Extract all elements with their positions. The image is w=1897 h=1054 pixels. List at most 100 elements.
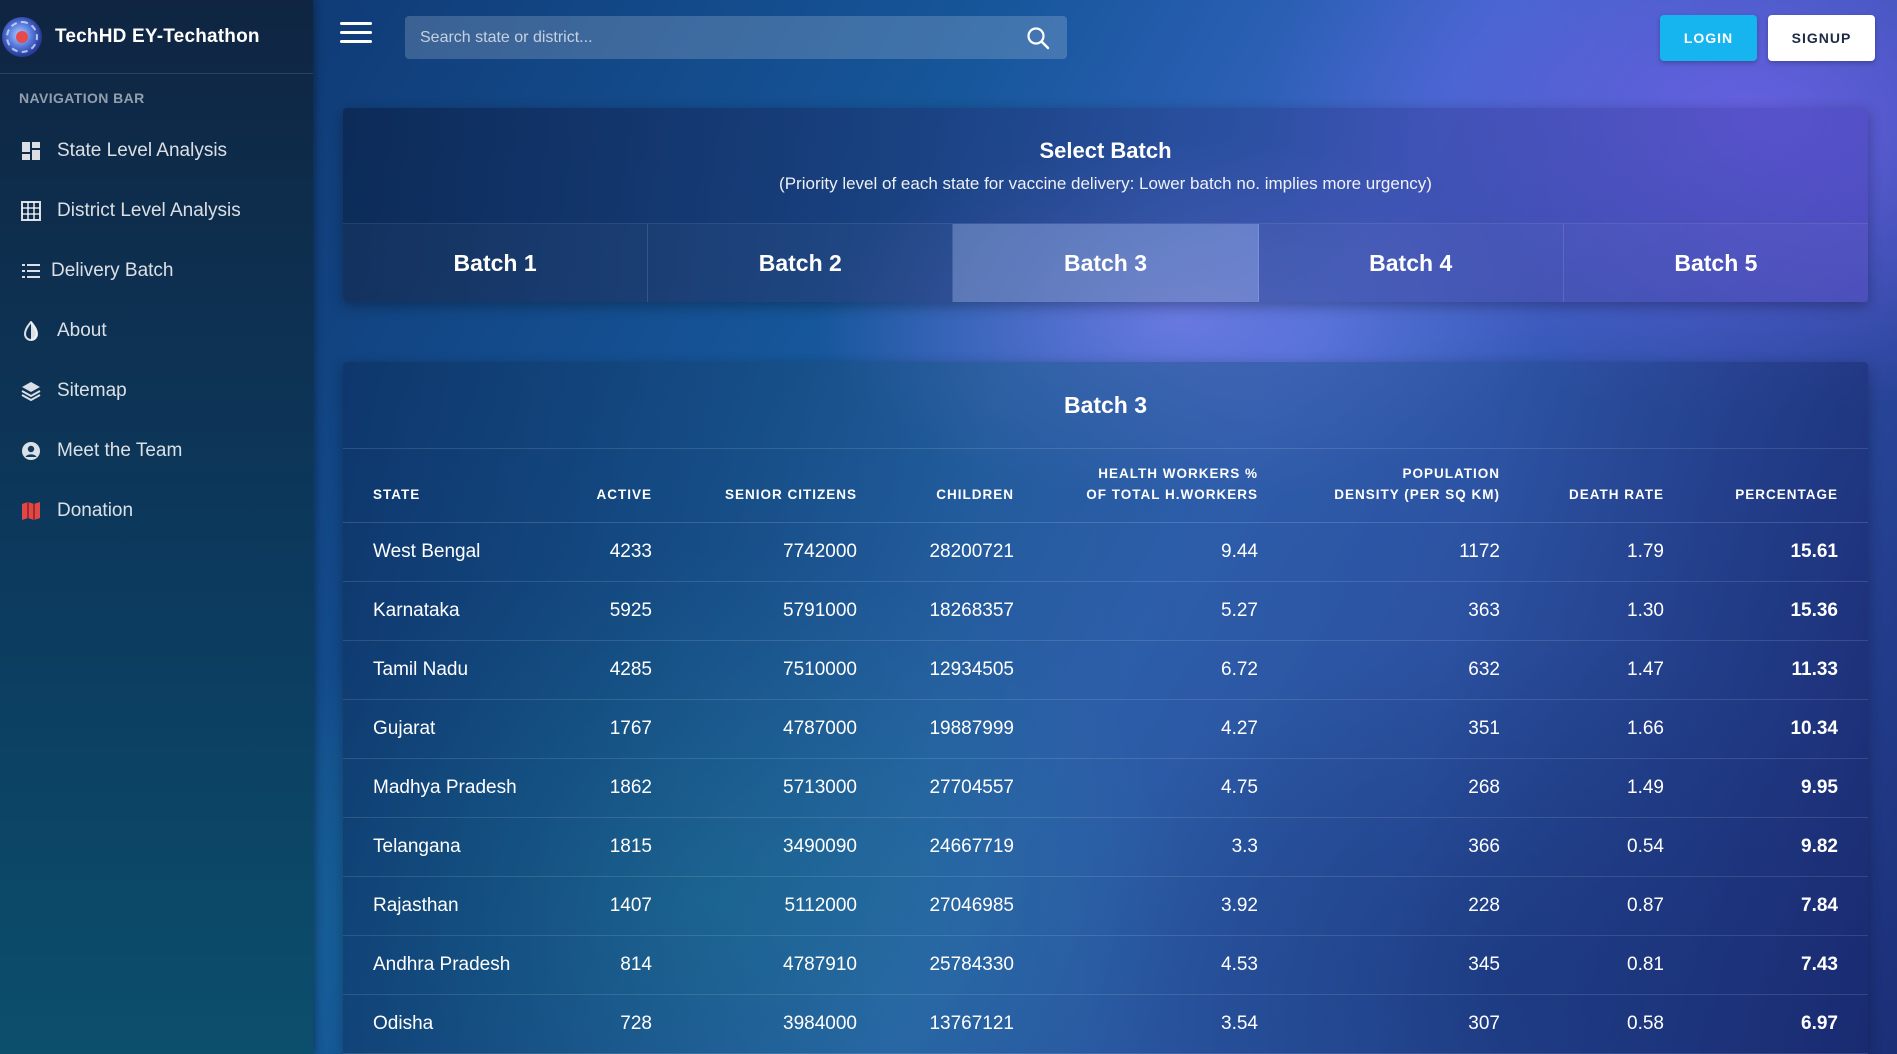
column-header-health-workers[interactable]: HEALTH WORKERS % OF TOTAL H.WORKERS — [1014, 449, 1258, 523]
cell-percentage: 15.61 — [1664, 522, 1868, 582]
sidebar: TechHD EY-Techathon NAVIGATION BAR State… — [0, 0, 313, 1054]
sidebar-item-sitemap[interactable]: Sitemap — [0, 361, 313, 421]
cell-active: 5925 — [548, 581, 652, 641]
batch-selector-card: Select Batch (Priority level of each sta… — [343, 108, 1868, 302]
cell-state: Karnataka — [343, 581, 548, 641]
search-bar — [405, 16, 1067, 59]
cell-health-workers: 9.44 — [1014, 522, 1258, 582]
table-title: Batch 3 — [343, 362, 1868, 449]
cell-state: Andhra Pradesh — [343, 935, 548, 995]
cell-percentage: 15.36 — [1664, 581, 1868, 641]
column-header-line: HEALTH WORKERS % — [1098, 465, 1258, 481]
table-row[interactable]: Tamil Nadu 4285 7510000 12934505 6.72 632 1.47… — [343, 640, 1868, 700]
tab-batch-4[interactable]: Batch 4 — [1259, 224, 1564, 302]
signup-button[interactable]: SIGNUP — [1768, 15, 1875, 61]
cell-children: 25784330 — [857, 935, 1014, 995]
cell-population-density: 1172 — [1258, 522, 1500, 582]
cell-senior-citizens: 3490090 — [652, 817, 857, 877]
tab-batch-5[interactable]: Batch 5 — [1564, 224, 1868, 302]
column-header-percentage[interactable]: PERCENTAGE — [1664, 449, 1868, 523]
cell-death-rate: 0.54 — [1500, 817, 1664, 877]
cell-state: Gujarat — [343, 699, 548, 759]
search-input[interactable] — [405, 16, 1025, 59]
cell-population-density: 307 — [1258, 994, 1500, 1054]
sidebar-item-donation[interactable]: Donation — [0, 481, 313, 541]
cell-active: 728 — [548, 994, 652, 1054]
cell-state: Rajasthan — [343, 876, 548, 936]
list-icon — [21, 261, 41, 281]
cell-population-density: 363 — [1258, 581, 1500, 641]
cell-children: 28200721 — [857, 522, 1014, 582]
table-row[interactable]: Andhra Pradesh 814 4787910 25784330 4.53 345 0… — [343, 935, 1868, 995]
table-row[interactable]: Telangana 1815 3490090 24667719 3.3 366 0.54 9.… — [343, 817, 1868, 877]
batch-table: STATE ACTIVE SENIOR CITIZENS CHILDREN HE… — [343, 449, 1868, 1054]
batch-table-card: Batch 3 STATE ACTIVE SENIOR CITIZENS CHI… — [343, 362, 1868, 1054]
cell-active: 1407 — [548, 876, 652, 936]
column-header-population-density[interactable]: POPULATION DENSITY (PER SQ KM) — [1258, 449, 1500, 523]
cell-senior-citizens: 3984000 — [652, 994, 857, 1054]
sidebar-item-label: Meet the Team — [57, 440, 183, 461]
cell-population-density: 345 — [1258, 935, 1500, 995]
tab-batch-3[interactable]: Batch 3 — [953, 224, 1259, 302]
cell-children: 12934505 — [857, 640, 1014, 700]
table-row[interactable]: West Bengal 4233 7742000 28200721 9.44 1172 1.… — [343, 522, 1868, 582]
sidebar-item-meet-the-team[interactable]: Meet the Team — [0, 421, 313, 481]
column-header-death-rate[interactable]: DEATH RATE — [1500, 449, 1664, 523]
cell-senior-citizens: 5713000 — [652, 758, 857, 818]
cell-senior-citizens: 5791000 — [652, 581, 857, 641]
tab-batch-2[interactable]: Batch 2 — [648, 224, 954, 302]
cell-children: 27046985 — [857, 876, 1014, 936]
cell-health-workers: 4.75 — [1014, 758, 1258, 818]
column-header-state[interactable]: STATE — [343, 449, 548, 523]
sidebar-item-label: About — [57, 320, 107, 341]
cell-children: 24667719 — [857, 817, 1014, 877]
cell-active: 4285 — [548, 640, 652, 700]
brand[interactable]: TechHD EY-Techathon — [0, 0, 313, 74]
cell-death-rate: 1.30 — [1500, 581, 1664, 641]
table-row[interactable]: Karnataka 5925 5791000 18268357 5.27 363 1.30 1… — [343, 581, 1868, 641]
cell-death-rate: 0.81 — [1500, 935, 1664, 995]
cell-active: 814 — [548, 935, 652, 995]
cell-death-rate: 1.47 — [1500, 640, 1664, 700]
sidebar-item-state-level-analysis[interactable]: State Level Analysis — [0, 121, 313, 181]
cell-percentage: 11.33 — [1664, 640, 1868, 700]
table-row[interactable]: Rajasthan 1407 5112000 27046985 3.92 228 0.87 7… — [343, 876, 1868, 936]
table-row[interactable]: Odisha 728 3984000 13767121 3.54 307 0.58 6.97 — [343, 994, 1868, 1054]
sidebar-item-delivery-batch[interactable]: Delivery Batch — [0, 241, 313, 301]
search-icon[interactable] — [1025, 25, 1051, 51]
column-header-line: DENSITY (PER SQ KM) — [1334, 486, 1500, 502]
cell-population-density: 228 — [1258, 876, 1500, 936]
cell-health-workers: 5.27 — [1014, 581, 1258, 641]
grid-icon — [21, 201, 41, 221]
cell-state: Madhya Pradesh — [343, 758, 548, 818]
cell-active: 1862 — [548, 758, 652, 818]
column-header-children[interactable]: CHILDREN — [857, 449, 1014, 523]
column-header-senior-citizens[interactable]: SENIOR CITIZENS — [652, 449, 857, 523]
table-row[interactable]: Madhya Pradesh 1862 5713000 27704557 4.75 268… — [343, 758, 1868, 818]
cell-senior-citizens: 4787000 — [652, 699, 857, 759]
cell-children: 19887999 — [857, 699, 1014, 759]
cell-health-workers: 3.3 — [1014, 817, 1258, 877]
app-title: TechHD EY-Techathon — [55, 25, 260, 47]
login-button[interactable]: LOGIN — [1660, 15, 1757, 61]
table-header-row: STATE ACTIVE SENIOR CITIZENS CHILDREN HE… — [343, 449, 1868, 523]
cell-state: Telangana — [343, 817, 548, 877]
cell-death-rate: 0.87 — [1500, 876, 1664, 936]
virus-logo-icon — [2, 16, 42, 57]
table-body: West Bengal 4233 7742000 28200721 9.44 1172 1.… — [343, 522, 1868, 1054]
cell-death-rate: 1.49 — [1500, 758, 1664, 818]
map-icon — [21, 501, 41, 521]
cell-senior-citizens: 7510000 — [652, 640, 857, 700]
column-header-active[interactable]: ACTIVE — [548, 449, 652, 523]
sidebar-item-about[interactable]: About — [0, 301, 313, 361]
tab-batch-1[interactable]: Batch 1 — [343, 224, 649, 302]
sidebar-item-label: Sitemap — [57, 380, 127, 401]
cell-state: Odisha — [343, 994, 548, 1054]
hamburger-menu-icon[interactable] — [340, 22, 372, 48]
table-row[interactable]: Gujarat 1767 4787000 19887999 4.27 351 1.66 10.… — [343, 699, 1868, 759]
cell-active: 4233 — [548, 522, 652, 582]
cell-percentage: 9.82 — [1664, 817, 1868, 877]
sidebar-item-district-level-analysis[interactable]: District Level Analysis — [0, 181, 313, 241]
batch-selector-header: Select Batch (Priority level of each sta… — [343, 108, 1868, 224]
cell-population-density: 632 — [1258, 640, 1500, 700]
